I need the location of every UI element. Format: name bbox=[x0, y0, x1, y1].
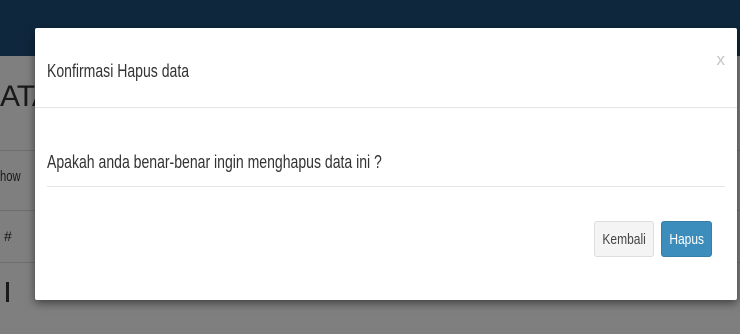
modal-header: Konfirmasi Hapus data x bbox=[35, 28, 737, 108]
delete-confirmation-modal: Konfirmasi Hapus data x Apakah anda bena… bbox=[35, 28, 737, 300]
modal-footer-divider bbox=[47, 186, 725, 187]
close-button[interactable]: x bbox=[717, 50, 726, 70]
cancel-button-label: Kembali bbox=[602, 230, 646, 248]
cancel-button[interactable]: Kembali bbox=[594, 221, 654, 257]
modal-title: Konfirmasi Hapus data bbox=[47, 61, 190, 81]
delete-button[interactable]: Hapus bbox=[661, 221, 712, 257]
delete-button-label: Hapus bbox=[669, 230, 704, 248]
confirmation-message: Apakah anda benar-benar ingin menghapus … bbox=[47, 152, 382, 172]
